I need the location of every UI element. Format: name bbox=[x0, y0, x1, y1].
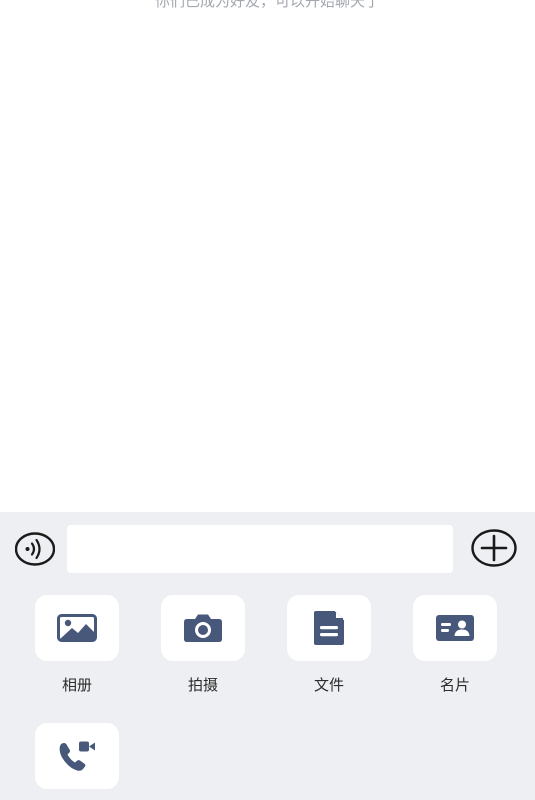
video-call-icon bbox=[59, 741, 95, 771]
tool-album-tile[interactable] bbox=[35, 595, 119, 661]
contact-card-icon bbox=[436, 615, 474, 641]
tool-album[interactable]: 相册 bbox=[35, 595, 119, 695]
tool-camera[interactable]: 拍摄 bbox=[161, 595, 245, 695]
message-list[interactable]: 你们已成为好友，可以开始聊天了 bbox=[0, 0, 535, 512]
camera-icon bbox=[184, 614, 222, 642]
input-bar bbox=[0, 512, 535, 584]
tool-contact-card-tile[interactable] bbox=[413, 595, 497, 661]
tool-contact-card[interactable]: 名片 bbox=[413, 595, 497, 695]
tool-video-call[interactable] bbox=[35, 723, 119, 789]
tool-file-tile[interactable] bbox=[287, 595, 371, 661]
plus-circle-icon bbox=[471, 529, 517, 567]
message-input[interactable] bbox=[67, 525, 453, 573]
system-notice: 你们已成为好友，可以开始聊天了 bbox=[154, 0, 380, 10]
tool-camera-label: 拍摄 bbox=[187, 676, 218, 694]
input-panel: 相册 拍摄 文件 名片 bbox=[0, 512, 535, 800]
tool-file[interactable]: 文件 bbox=[287, 595, 371, 695]
more-button[interactable] bbox=[471, 528, 517, 568]
file-icon bbox=[314, 611, 344, 645]
tool-camera-tile[interactable] bbox=[161, 595, 245, 661]
chat-screen: 你们已成为好友，可以开始聊天了 相册 拍摄 文件 名片 bbox=[0, 0, 535, 800]
image-icon bbox=[57, 614, 97, 642]
tool-video-call-tile[interactable] bbox=[35, 723, 119, 789]
tool-album-label: 相册 bbox=[61, 676, 92, 694]
voice-button[interactable] bbox=[15, 532, 55, 566]
tool-file-label: 文件 bbox=[313, 676, 344, 694]
tool-contact-card-label: 名片 bbox=[439, 676, 470, 694]
voice-wave-icon bbox=[15, 532, 55, 566]
